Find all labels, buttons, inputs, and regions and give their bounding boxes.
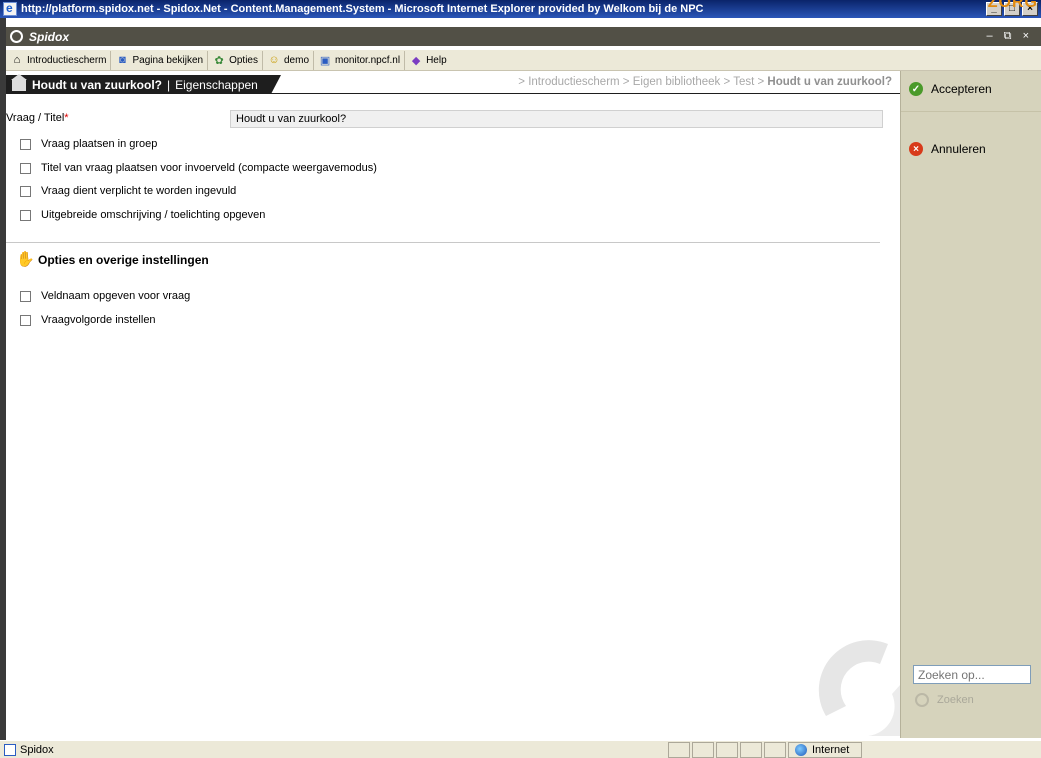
section-heading: ✋ Opties en overige instellingen [16,251,209,268]
toolbar-pagina-bekijken[interactable]: ◙ Pagina bekijken [111,50,209,70]
checkbox-row-compact[interactable]: Titel van vraag plaatsen voor invoerveld… [20,162,377,174]
ie-page-icon [3,1,17,16]
app-title-bar: Spidox – ⧉ × [6,27,1041,46]
checkbox-row-group[interactable]: Vraag plaatsen in groep [20,138,157,150]
home-icon: ⌂ [13,54,21,66]
action-sidebar: ✓ Accepteren × Annuleren Zoeken [900,71,1041,738]
status-cell-progress [692,741,714,758]
options-hand-icon: ✋ [16,251,35,268]
checkbox[interactable] [20,314,31,326]
checkbox[interactable] [20,209,31,221]
checkbox-label: Vraagvolgorde instellen [41,314,156,326]
checkbox[interactable] [20,162,31,174]
checkbox-label: Titel van vraag plaatsen voor invoerveld… [41,162,377,174]
zorg-logo: ZORG [987,0,1038,11]
security-zone: Internet [788,741,862,758]
checkbox-label: Vraag dient verplicht te worden ingevuld [41,185,237,197]
required-marker: * [64,112,69,124]
title-input[interactable] [230,110,883,128]
checkbox[interactable] [20,290,31,302]
checkbox-label: Veldnaam opgeven voor vraag [41,290,191,302]
breadcrumb-current: Houdt u van zuurkool? [767,76,892,88]
checkbox[interactable] [20,185,31,197]
app-name: Spidox [29,29,70,44]
search-button[interactable]: Zoeken [915,693,974,707]
title-label: Vraag / Titel* [6,112,69,124]
accept-button[interactable]: ✓ Accepteren [909,79,992,99]
view-page-icon: ◙ [119,54,126,66]
page-home-icon [11,73,27,91]
status-bar: Spidox Internet [0,740,1041,758]
page-header: Houdt u van zuurkool? | Eigenschappen > … [6,73,900,94]
status-text: Spidox [20,743,54,756]
cancel-button[interactable]: × Annuleren [909,139,986,159]
checkbox-row-fieldname[interactable]: Veldnaam opgeven voor vraag [20,290,190,302]
cancel-icon: × [909,142,923,156]
browser-title-bar: http://platform.spidox.net - Spidox.Net … [0,0,1041,18]
status-cell [764,741,786,758]
browser-title: http://platform.spidox.net - Spidox.Net … [21,3,704,15]
globe-icon [795,743,807,756]
window-edge [0,18,6,740]
checkbox-row-order[interactable]: Vraagvolgorde instellen [20,314,156,326]
site-icon: ▣ [319,54,331,67]
accept-icon: ✓ [909,82,923,96]
checkbox-row-description[interactable]: Uitgebreide omschrijving / toelichting o… [20,209,265,221]
search-icon [915,693,929,707]
status-cell [716,741,738,758]
help-icon: ◆ [411,54,421,67]
options-icon: ✿ [214,54,224,67]
user-icon: ☺ [268,54,280,66]
toolbar-introductiescherm[interactable]: ⌂ Introductiescherm [6,50,112,70]
app-window-controls[interactable]: – ⧉ × [986,30,1033,43]
checkbox-label: Uitgebreide omschrijving / toelichting o… [41,209,266,221]
header-separator: | [167,77,171,92]
breadcrumb-path[interactable]: > Introductiescherm > Eigen bibliotheek … [518,76,764,88]
page-subtitle: Eigenschappen [175,77,258,92]
checkbox-row-required[interactable]: Vraag dient verplicht te worden ingevuld [20,185,236,197]
search-input[interactable] [913,665,1031,684]
toolbar-demo-user[interactable]: ☺ demo [263,50,315,70]
main-toolbar: ⌂ Introductiescherm ◙ Pagina bekijken ✿ … [6,50,1041,71]
breadcrumb: > Introductiescherm > Eigen bibliotheek … [518,76,892,88]
toolbar-help[interactable]: ◆ Help [405,51,451,70]
status-cell [740,741,762,758]
page-title-tab: Houdt u van zuurkool? | Eigenschappen [6,73,281,94]
toolbar-opties[interactable]: ✿ Opties [208,50,263,70]
spidox-logo-icon [10,30,23,43]
toolbar-site[interactable]: ▣ monitor.npcf.nl [314,50,406,70]
status-cell [668,741,690,758]
spidox-watermark [818,640,908,736]
checkbox-label: Vraag plaatsen in groep [41,138,158,150]
status-page-icon [4,743,16,756]
checkbox[interactable] [20,138,31,150]
page-title: Houdt u van zuurkool? [32,77,162,92]
section-divider [6,242,880,243]
